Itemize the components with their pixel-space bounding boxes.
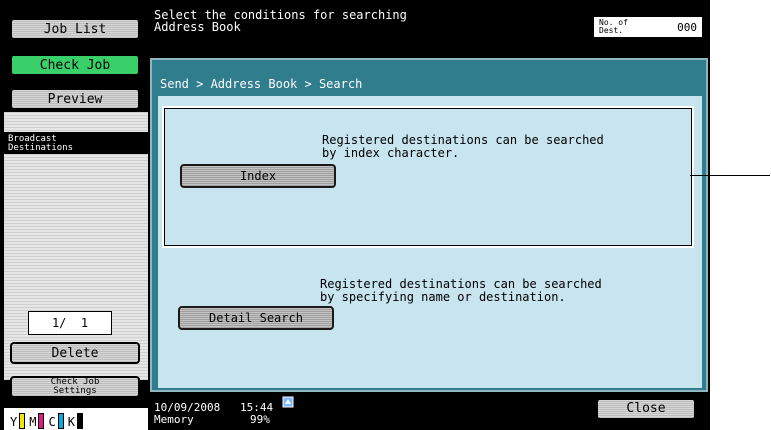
- preview-button[interactable]: Preview: [10, 88, 140, 110]
- toner-level-bar: [38, 413, 45, 429]
- index-description: Registered destinations can be searched …: [322, 133, 604, 160]
- close-button[interactable]: Close: [596, 398, 696, 420]
- check-job-button[interactable]: Check Job: [10, 54, 140, 76]
- detail-search-button[interactable]: Detail Search: [178, 306, 334, 330]
- toner-black: K: [68, 413, 83, 429]
- panel-screen: Job List Check Job Preview Broadcast Des…: [0, 0, 710, 430]
- network-icon: [282, 396, 294, 408]
- index-section[interactable]: Registered destinations can be searched …: [162, 106, 694, 248]
- job-list-button[interactable]: Job List: [10, 18, 140, 40]
- toner-label: K: [67, 415, 75, 429]
- destination-count-label: No. of Dest.: [599, 18, 628, 35]
- instruction-message: Select the conditions for searching Addr…: [154, 8, 407, 34]
- callout-line: [690, 175, 770, 176]
- toner-cyan: C: [48, 413, 64, 429]
- memory-value: 99%: [250, 413, 270, 426]
- search-options-area: Registered destinations can be searched …: [158, 96, 702, 388]
- status-bar: 10/09/2008 15:44 Memory 99% Close: [150, 394, 710, 430]
- destination-count-value: 000: [677, 20, 697, 34]
- toner-level-bar: [76, 413, 83, 429]
- toner-level-bar: [57, 413, 64, 429]
- toner-magenta: M: [29, 413, 45, 429]
- detail-search-description: Registered destinations can be searched …: [320, 277, 602, 304]
- toner-indicator: Y M C K: [4, 408, 148, 430]
- toner-label: C: [48, 415, 56, 429]
- delete-button[interactable]: Delete: [10, 342, 140, 364]
- toner-yellow: Y: [10, 413, 26, 429]
- detail-search-section: Registered destinations can be searched …: [162, 252, 690, 382]
- toner-level-bar: [19, 413, 26, 429]
- left-panel: Job List Check Job Preview Broadcast Des…: [4, 4, 148, 430]
- destination-count-box: No. of Dest. 000: [593, 16, 703, 38]
- breadcrumb: Send > Address Book > Search: [160, 77, 363, 91]
- toner-label: Y: [10, 415, 18, 429]
- search-panel: Send > Address Book > Search Registered …: [150, 58, 708, 392]
- memory-label: Memory: [154, 413, 194, 426]
- index-button[interactable]: Index: [180, 164, 336, 188]
- broadcast-destinations-label: Broadcast Destinations: [4, 132, 148, 154]
- check-job-settings-button[interactable]: Check Job Settings: [10, 376, 140, 398]
- toner-label: M: [29, 415, 37, 429]
- page-indicator: 1/ 1: [28, 311, 112, 335]
